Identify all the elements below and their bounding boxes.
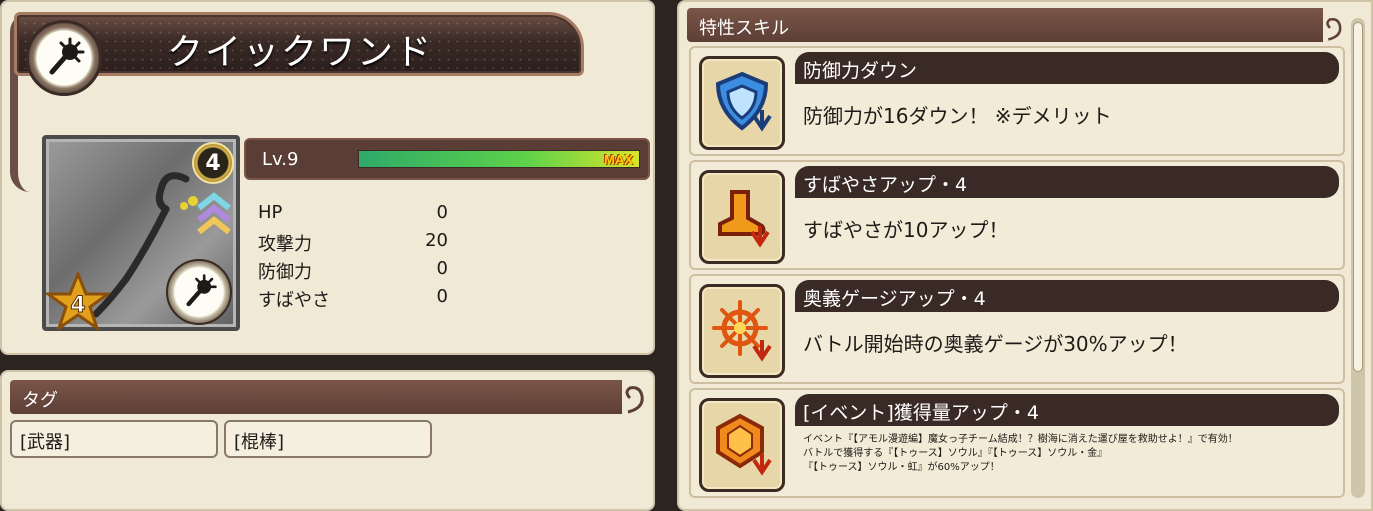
exp-gauge: MAX	[358, 150, 640, 168]
skill-description: 防御力が16ダウン！ ※デメリット	[803, 104, 1112, 128]
skill-title: 防御力ダウン	[795, 52, 1339, 84]
level-bar: Lv.9 MAX	[244, 138, 650, 180]
weapon-info-panel: クイックワンド 4 4 Lv.9 MAX HP 0 攻撃力 20 防御力 0 す…	[0, 0, 655, 355]
skill-card[interactable]: 防御力ダウン 防御力が16ダウン！ ※デメリット	[689, 46, 1345, 156]
stat-value: 0	[436, 258, 448, 279]
boot-up-icon	[699, 170, 785, 264]
stat-row-attack: 攻撃力 20	[258, 230, 448, 256]
scroll-thumb[interactable]	[1353, 22, 1363, 372]
shield-down-icon	[699, 56, 785, 150]
skill-description: イベント『【アモル漫遊編】魔女っ子チーム結成！？樹海に消えた運び屋を救助せよ！』…	[803, 433, 1339, 475]
mace-type-icon	[166, 259, 232, 325]
stat-row-hp: HP 0	[258, 202, 448, 228]
tag-item[interactable]: [棍棒]	[224, 420, 432, 458]
upgrade-chevron-icon	[195, 188, 233, 238]
stat-label: 防御力	[258, 262, 312, 283]
exp-fill	[359, 151, 639, 167]
skill-card[interactable]: すばやさアップ・4 すばやさが10アップ！	[689, 160, 1345, 270]
curl-ornament-icon	[625, 386, 644, 414]
scrollbar[interactable]	[1351, 18, 1365, 498]
level-label: Lv.9	[262, 149, 299, 170]
stat-value: 0	[436, 286, 448, 307]
curl-ornament-icon	[1326, 17, 1342, 41]
skill-header: 特性スキル	[687, 8, 1323, 42]
skill-description: すばやさが10アップ！	[803, 218, 1009, 242]
stat-label: 攻撃力	[258, 234, 312, 255]
star-count: 4	[70, 293, 85, 318]
burst-up-icon	[699, 284, 785, 378]
skill-panel: 特性スキル 防御力ダウン 防御力が16ダウン！ ※デメリット すばやさアップ・4…	[677, 0, 1373, 511]
skill-description-line: バトルで獲得する『【トゥース】ソウル』『【トゥース】ソウル・金』	[803, 448, 1108, 459]
skill-card[interactable]: [イベント]獲得量アップ・4 イベント『【アモル漫遊編】魔女っ子チーム結成！？樹…	[689, 388, 1345, 498]
skill-title: 奥義ゲージアップ・4	[795, 280, 1339, 312]
weapon-name: クイックワンド	[167, 32, 434, 73]
stat-value: 0	[436, 202, 448, 223]
tag-header: タグ	[10, 380, 622, 414]
max-label: MAX	[604, 152, 633, 167]
mace-icon	[26, 20, 102, 96]
skill-title: [イベント]獲得量アップ・4	[795, 394, 1339, 426]
skill-title: すばやさアップ・4	[795, 166, 1339, 198]
stat-row-speed: すばやさ 0	[258, 286, 448, 312]
stat-label: すばやさ	[258, 290, 330, 311]
stat-row-defense: 防御力 0	[258, 258, 448, 284]
skill-description-line: イベント『【アモル漫遊編】魔女っ子チーム結成！？樹海に消えた運び屋を救助せよ！』…	[803, 434, 1238, 445]
tag-item[interactable]: [武器]	[10, 420, 218, 458]
skill-description-line: 『【トゥース】ソウル・虹』が60%アップ！	[803, 462, 1000, 473]
stat-label: HP	[258, 202, 283, 223]
skill-header-label: 特性スキル	[699, 18, 789, 39]
tag-header-label: タグ	[22, 390, 58, 411]
star-rarity-icon: 4	[43, 269, 113, 334]
stat-value: 20	[425, 230, 448, 251]
rank-badge: 4	[192, 142, 234, 184]
tag-panel: タグ [武器] [棍棒]	[0, 370, 655, 511]
skill-card[interactable]: 奥義ゲージアップ・4 バトル開始時の奥義ゲージが30%アップ！	[689, 274, 1345, 384]
skill-description: バトル開始時の奥義ゲージが30%アップ！	[803, 332, 1188, 356]
gem-up-icon	[699, 398, 785, 492]
